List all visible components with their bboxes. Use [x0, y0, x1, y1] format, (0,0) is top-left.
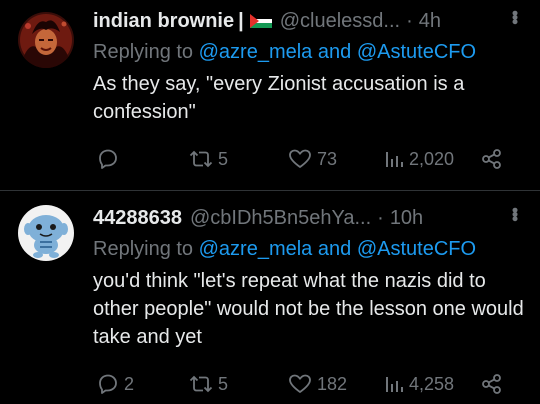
tweet-content: 44288638 @cbIDh5Bn5ehYa... · 10h ••• Rep… [93, 203, 525, 351]
replying-to: Replying to @azre_mela and @AstuteCFO [93, 235, 524, 263]
tweet-2[interactable]: 44288638 @cbIDh5Bn5ehYa... · 10h ••• Rep… [0, 191, 540, 404]
share-icon [482, 374, 501, 394]
reply-icon [99, 374, 117, 394]
avatar[interactable] [18, 12, 74, 68]
share-button[interactable] [481, 371, 503, 397]
reply-user-link[interactable]: @AstuteCFO [357, 238, 476, 260]
replying-prefix: Replying to [93, 41, 194, 63]
palestine-flag-icon [249, 14, 272, 28]
like-count: 182 [317, 373, 348, 394]
views-icon [386, 377, 403, 392]
reply-user-link[interactable]: @azre_mela [199, 41, 313, 63]
views-count: 2,020 [409, 148, 455, 169]
tweet-content: indian brownie | @cluelessd... · 4h ••• … [93, 6, 525, 126]
tweet-text: As they say, "every Zionist accusation i… [93, 73, 465, 123]
avatar-image [18, 12, 74, 68]
retweet-button[interactable]: 5 [188, 146, 228, 172]
reply-and-text: and [317, 238, 352, 260]
reply-icon [99, 149, 117, 169]
heart-icon [289, 149, 311, 168]
retweet-icon [189, 150, 213, 168]
heart-icon [289, 374, 311, 393]
retweet-icon [189, 375, 213, 393]
reply-user-link[interactable]: @AstuteCFO [357, 41, 476, 63]
tweet-1[interactable]: indian brownie | @cluelessd... · 4h ••• … [0, 0, 540, 190]
reply-count: 2 [124, 373, 135, 394]
views-count: 4,258 [409, 373, 455, 394]
tweet-text: you'd think "let's repeat what the nazis… [93, 270, 524, 348]
tweet-header: indian brownie | @cluelessd... · 4h [93, 6, 524, 36]
reply-and-text: and [317, 41, 352, 63]
user-handle[interactable]: @cbIDh5Bn5ehYa... [190, 207, 371, 230]
like-button[interactable]: 73 [287, 146, 337, 172]
name-separator: | [238, 9, 244, 32]
display-name[interactable]: 44288638 [93, 207, 182, 230]
like-count: 73 [317, 148, 338, 169]
reply-user-link[interactable]: @azre_mela [199, 238, 313, 260]
avatar[interactable] [18, 205, 74, 261]
tweet-header: 44288638 @cbIDh5Bn5ehYa... · 10h [93, 203, 524, 233]
replying-prefix: Replying to [93, 238, 194, 260]
like-button[interactable]: 182 [287, 371, 347, 397]
timestamp[interactable]: 4h [419, 10, 441, 33]
user-handle[interactable]: @cluelessd... [280, 10, 400, 33]
share-icon [482, 149, 501, 169]
reply-button[interactable] [96, 146, 124, 172]
retweet-count: 5 [218, 373, 229, 394]
dot-separator: · [377, 206, 384, 229]
replying-to: Replying to @azre_mela and @AstuteCFO [93, 38, 524, 66]
retweet-count: 5 [218, 148, 229, 169]
display-name[interactable]: indian brownie [93, 10, 234, 33]
reply-button[interactable]: 2 [96, 371, 134, 397]
avatar-image [18, 205, 74, 261]
more-icon[interactable]: ••• [505, 207, 525, 220]
dot-separator: · [406, 9, 413, 32]
tweet-actions: 2 5 182 4,258 [93, 371, 522, 397]
share-button[interactable] [481, 146, 503, 172]
timestamp[interactable]: 10h [390, 207, 423, 230]
views-icon [386, 152, 403, 167]
tweet-actions: 5 73 2,020 [93, 146, 522, 172]
more-icon[interactable]: ••• [505, 10, 525, 23]
views-button[interactable]: 4,258 [383, 371, 454, 397]
views-button[interactable]: 2,020 [383, 146, 454, 172]
retweet-button[interactable]: 5 [188, 371, 228, 397]
